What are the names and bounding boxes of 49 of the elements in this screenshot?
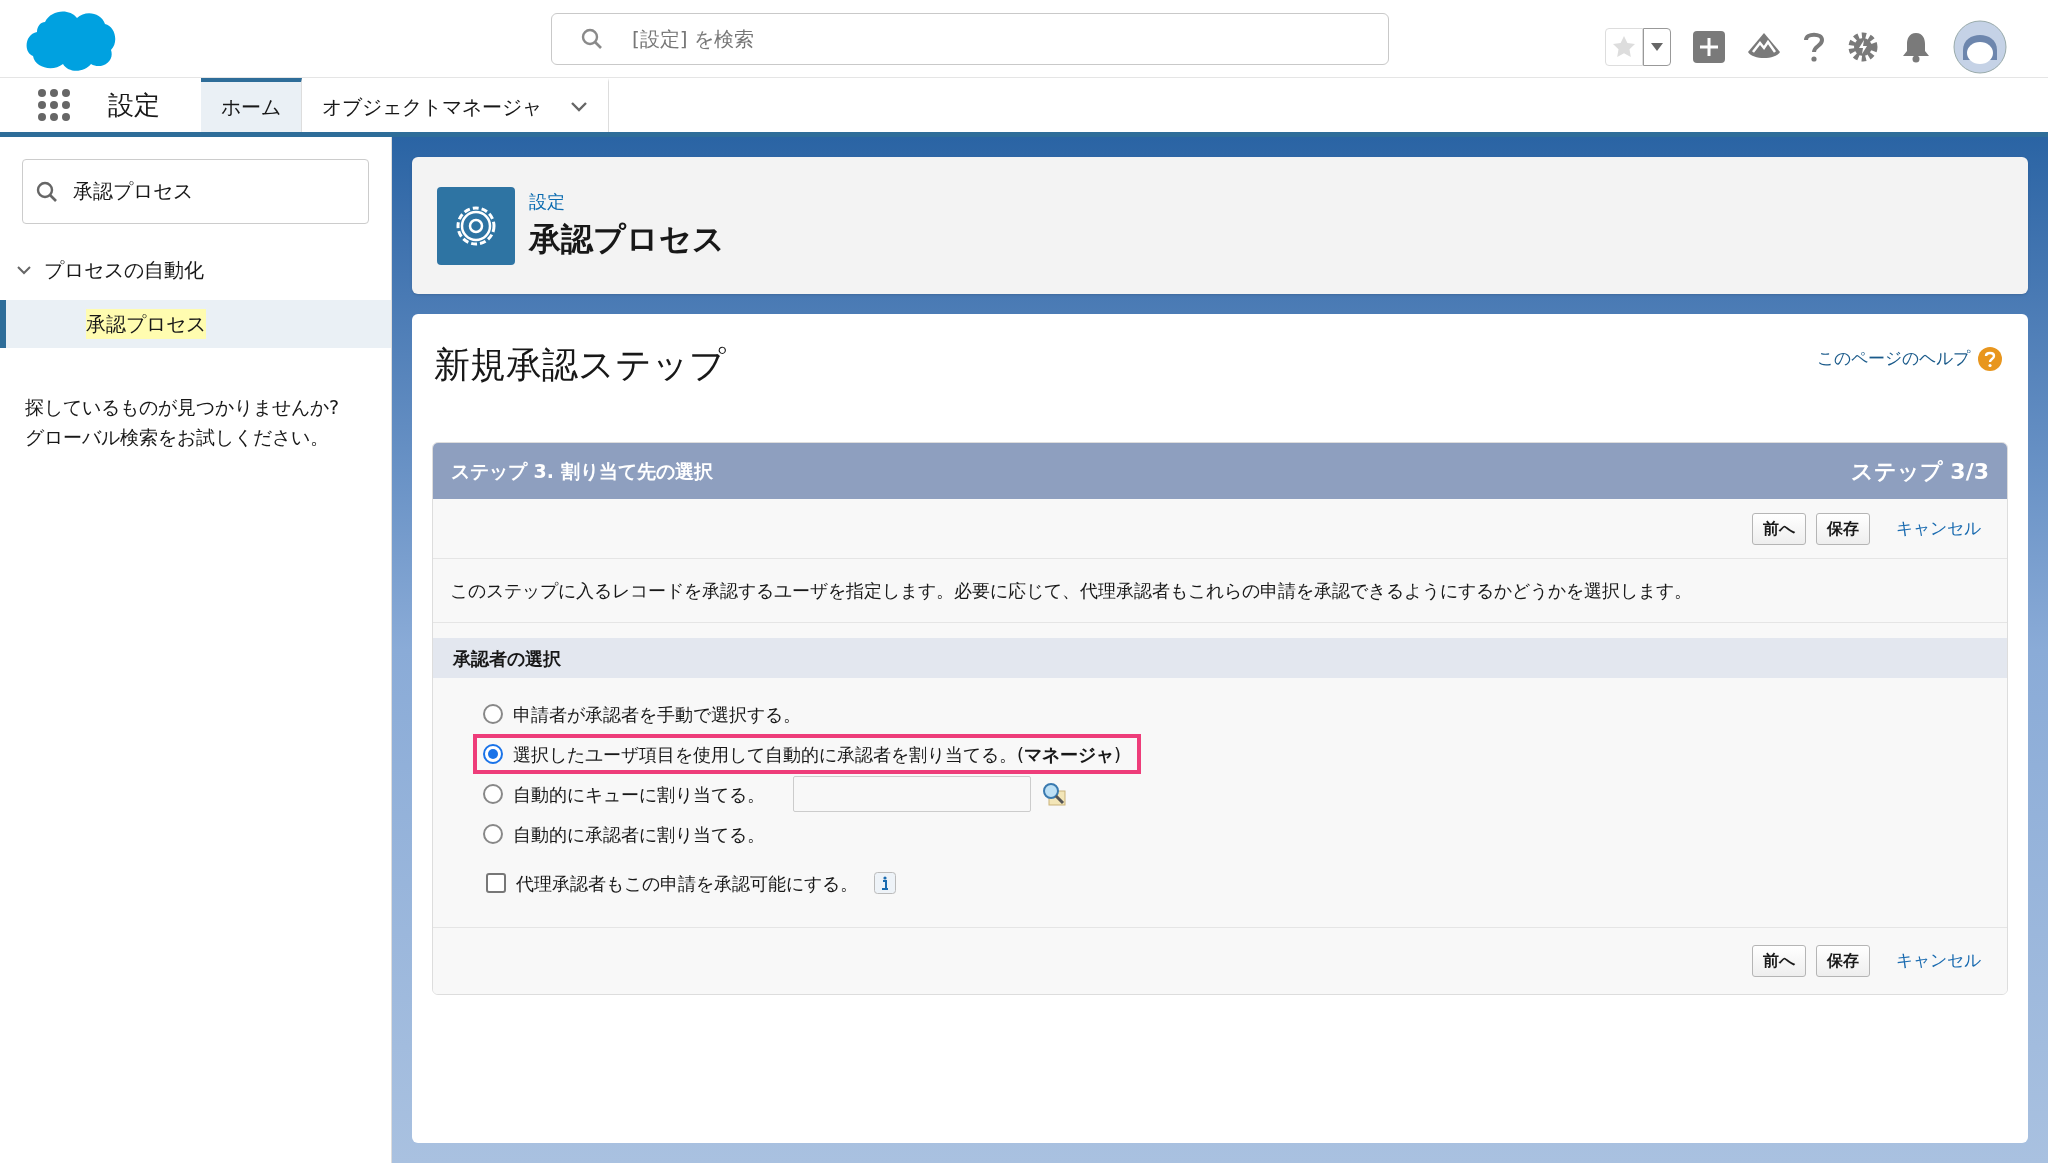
plus-icon[interactable] [1693,31,1725,63]
breadcrumb-link[interactable]: 設定 [529,188,725,215]
avatar-icon[interactable] [1953,20,2007,74]
app-name: 設定 [108,88,161,122]
checkbox-label: 代理承認者もこの申請を承認可能にする。 [516,871,858,896]
form-button[interactable]: 保存 [1816,512,1870,545]
chevron-down-icon[interactable] [570,101,588,113]
radio-button[interactable] [483,784,503,804]
info-icon[interactable] [874,872,896,894]
nav-tab[interactable]: オブジェクトマネージャ [302,78,609,132]
tree-item[interactable]: 承認プロセス [0,300,391,348]
radio-label: 自動的にキューに割り当てる。 [513,782,765,807]
text-field[interactable] [793,776,1031,812]
section-title: 承認者の選択 [453,646,561,671]
dropdown-button[interactable] [1643,28,1671,66]
help-text: 探しているものが見つかりませんか? グローバル検索をお試しください。 [25,395,341,450]
content-title: 新規承認ステップ [434,343,726,387]
radio-button[interactable] [483,744,503,764]
page-title: 承認プロセス [529,219,725,260]
step-title: ステップ 3. 割り当て先の選択 [451,458,713,484]
cancel-link[interactable]: キャンセル [1896,948,1981,974]
magnifier-icon[interactable] [1041,781,1067,807]
nav-tab[interactable]: ホーム [201,78,302,132]
form-button[interactable]: 保存 [1816,945,1870,977]
chevron-icon[interactable] [16,265,32,275]
radio-label: 選択したユーザ項目を使用して自動的に承認者を割り当てる。(マネージャ) [513,742,1122,767]
step-counter: ステップ 3/3 [1850,457,1989,486]
caret-icon [1651,43,1663,51]
description-text: このステップに入るレコードを承認するユーザを指定します。必要に応じて、代理承認者もこれらの申請を承認できるようにするかどうかを選択します。 [433,559,2007,623]
checkbox[interactable] [486,873,506,893]
bell-icon[interactable] [1901,31,1931,63]
tree-item[interactable]: プロセスの自動化 [44,255,204,285]
sidebar-search-field[interactable]: 承認プロセス [22,159,369,224]
search-icon [36,181,58,203]
app-launcher-icon[interactable] [37,88,71,122]
search-field[interactable]: [設定] を検索 [551,13,1389,65]
radio-button[interactable] [483,704,503,724]
form-button[interactable]: 前へ [1752,945,1806,977]
radio-button[interactable] [483,824,503,844]
cancel-link[interactable]: キャンセル [1896,515,1981,542]
form-button[interactable]: 前へ [1752,512,1806,545]
help-link[interactable]: このページのヘルプ [1817,346,1970,372]
gear-icon [437,186,515,265]
settings-icon[interactable] [1847,31,1879,63]
help-icon[interactable] [1978,346,2002,371]
radio-label: 自動的に承認者に割り当てる。 [513,822,765,847]
help-icon[interactable] [1803,31,1825,63]
radio-label: 申請者が承認者を手動で選択する。 [513,702,801,727]
search-icon [581,28,603,50]
